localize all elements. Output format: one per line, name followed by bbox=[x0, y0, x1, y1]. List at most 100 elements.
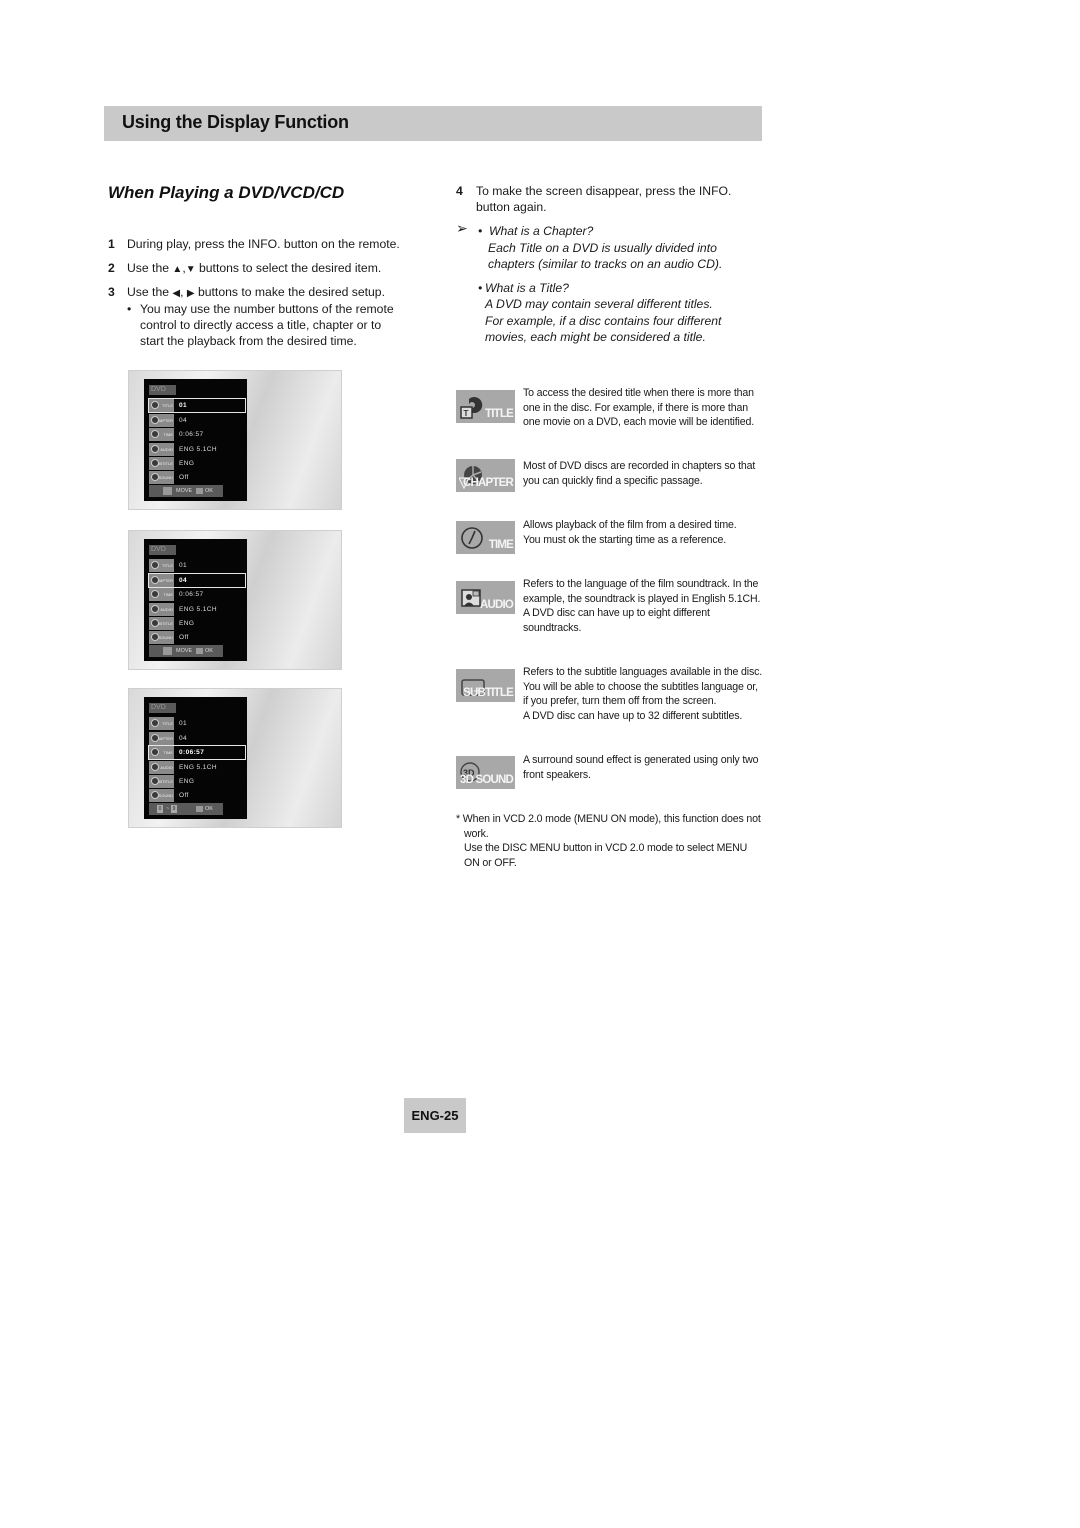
audio-icon: AUDIO bbox=[456, 581, 515, 614]
osd-row-label: CHAPTER bbox=[149, 574, 174, 587]
osd-row-subtitle: SUBTITLE ENG bbox=[149, 617, 245, 630]
time-icon bbox=[151, 430, 159, 438]
bullet-line: control to directly access a title, chap… bbox=[140, 318, 382, 332]
osd-row-label: SUBTITLE bbox=[149, 775, 174, 788]
osd-row-label: CHAPTER bbox=[149, 414, 174, 427]
osd-row-value: ENG 5.1CH bbox=[179, 764, 217, 771]
bullet-line: start the playback from the desired time… bbox=[140, 334, 357, 348]
step-text: To make the screen disappear, press the … bbox=[476, 184, 732, 198]
feature-description: Refers to the language of the film sound… bbox=[523, 577, 760, 635]
feature-icon-label: AUDIO bbox=[479, 599, 514, 611]
step-text-after: buttons to select the desired item. bbox=[199, 261, 382, 275]
note-line: chapters (similar to tracks on an audio … bbox=[488, 257, 723, 271]
osd-row-label: 3D SOUND bbox=[149, 789, 174, 802]
osd-screenshot: DVD TITLE 01 CHAPTER 04 TIME 0:06:57 AUDIO ENG 5… bbox=[128, 370, 342, 510]
osd-row-time: TIME 0:06:57 bbox=[149, 588, 245, 601]
step-text-after: buttons to make the desired setup. bbox=[197, 285, 385, 299]
osd-row-chapter: CHAPTER 04 bbox=[149, 732, 245, 745]
osd-row-title: TITLE 01 bbox=[148, 398, 246, 413]
osd-row-3d-sound: 3D SOUND Off bbox=[149, 471, 245, 484]
feature-icon-label: 3D SOUND bbox=[459, 774, 514, 786]
osd-row-value: ENG bbox=[179, 620, 195, 627]
feature-icon-label: SUBTITLE bbox=[463, 687, 514, 699]
feature-description-line: one movie on a DVD, each movie will be i… bbox=[523, 416, 754, 429]
osd-row-chapter: CHAPTER 04 bbox=[148, 573, 246, 588]
feature-description-line: Most of DVD discs are recorded in chapte… bbox=[523, 460, 756, 472]
osd-row-audio: AUDIO ENG 5.1CH bbox=[149, 761, 245, 774]
osd-row-audio: AUDIO ENG 5.1CH bbox=[149, 443, 245, 456]
3d-sound-icon bbox=[151, 633, 159, 641]
page-number-box: ENG-25 bbox=[404, 1098, 466, 1133]
osd-row-value: 0:06:57 bbox=[179, 749, 205, 756]
osd-screenshot: DVD TITLE 01 CHAPTER 04 TIME 0:06:57 AUDIO ENG 5… bbox=[128, 530, 342, 670]
osd-row-label: TIME bbox=[149, 588, 174, 601]
osd-row-label: CHAPTER bbox=[149, 732, 174, 745]
footnote-line: Use the DISC MENU button in VCD 2.0 mode… bbox=[464, 842, 748, 855]
note-line: For example, if a disc contains four dif… bbox=[485, 314, 722, 328]
osd-row-label: SUBTITLE bbox=[149, 457, 174, 470]
title-icon bbox=[151, 561, 159, 569]
osd-row-label: TIME bbox=[149, 428, 174, 441]
audio-icon bbox=[151, 445, 159, 453]
feature-description: A surround sound effect is generated usi… bbox=[523, 753, 759, 782]
footnote: * When in VCD 2.0 mode (MENU ON mode), t… bbox=[456, 812, 761, 870]
osd-row-value: 04 bbox=[179, 735, 188, 742]
time-icon bbox=[151, 590, 159, 598]
page-number: ENG-25 bbox=[411, 1108, 459, 1123]
osd-disc-type: DVD bbox=[149, 545, 176, 555]
feature-description: Refers to the subtitle languages availab… bbox=[523, 665, 762, 723]
osd-range-sep: ~ bbox=[166, 806, 170, 812]
ok-icon bbox=[196, 648, 203, 654]
osd-row-label: SUBTITLE bbox=[149, 617, 174, 630]
osd-label-text: AUDIO bbox=[160, 447, 173, 452]
feature-description-line: soundtracks. bbox=[523, 621, 582, 634]
osd-row-value: 04 bbox=[179, 417, 188, 424]
step-text-before: Use the bbox=[127, 261, 170, 275]
osd-label-text: AUDIO bbox=[160, 607, 173, 612]
title-icon bbox=[151, 401, 159, 409]
osd-screenshot: DVD TITLE 01 CHAPTER 04 TIME 0:06:57 AUDIO ENG 5… bbox=[128, 688, 342, 828]
osd-row-value: Off bbox=[179, 474, 189, 481]
subtitle-icon bbox=[151, 619, 159, 627]
footnote-line: ON or OFF. bbox=[464, 856, 517, 869]
osd-label-text: TIME bbox=[163, 592, 173, 597]
osd-disc-type: DVD bbox=[149, 385, 176, 395]
osd-menu: DVD TITLE 01 CHAPTER 04 TIME 0:06:57 AUDIO ENG 5… bbox=[144, 697, 247, 819]
bullet-dot: • bbox=[127, 302, 132, 316]
osd-row-audio: AUDIO ENG 5.1CH bbox=[149, 603, 245, 616]
subtitle-icon: SUBTITLE bbox=[456, 669, 515, 702]
feature-description-line: front speakers. bbox=[523, 768, 591, 781]
down-arrow-icon: ▼ bbox=[185, 264, 196, 275]
feature-description-line: you can quickly find a specific passage. bbox=[523, 474, 703, 487]
osd-row-title: TITLE 01 bbox=[149, 717, 245, 730]
feature-description: Most of DVD discs are recorded in chapte… bbox=[523, 459, 755, 488]
osd-label-text: TITLE bbox=[162, 721, 173, 726]
feature-description-line: if you prefer, turn them off from the sc… bbox=[523, 695, 717, 708]
subtitle-icon bbox=[151, 777, 159, 785]
osd-footer: 0 ~9 OK bbox=[149, 803, 223, 815]
feature-description-line: A DVD disc can have up to 32 different s… bbox=[523, 709, 743, 722]
osd-row-time: TIME 0:06:57 bbox=[149, 428, 245, 441]
osd-ok-label: OK bbox=[205, 806, 213, 812]
feature-description-line: A DVD disc can have up to eight differen… bbox=[523, 607, 710, 620]
chapter-icon bbox=[151, 416, 159, 424]
osd-row-value: ENG bbox=[179, 778, 195, 785]
osd-move-label: MOVE bbox=[176, 648, 193, 654]
step-text: During play, press the INFO. button on t… bbox=[127, 237, 400, 251]
ok-icon bbox=[196, 806, 203, 812]
feature-icon-label: CHAPTER bbox=[463, 477, 514, 489]
chapter-icon: CHAPTER bbox=[456, 459, 515, 492]
section-header-bar: Using the Display Function bbox=[104, 106, 762, 141]
osd-row-time: TIME 0:06:57 bbox=[148, 745, 246, 760]
osd-row-label: AUDIO bbox=[149, 603, 174, 616]
osd-footer: MOVE OK bbox=[149, 485, 223, 497]
feature-icon-label: TIME bbox=[488, 539, 514, 551]
note-line: Each Title on a DVD is usually divided i… bbox=[488, 241, 717, 255]
osd-label-text: TIME bbox=[163, 432, 173, 437]
osd-row-value: ENG 5.1CH bbox=[179, 446, 217, 453]
time-icon: TIME bbox=[456, 521, 515, 554]
osd-row-label: TITLE bbox=[149, 559, 174, 572]
feature-description-line: Refers to the subtitle languages availab… bbox=[523, 666, 763, 678]
osd-label-text: TITLE bbox=[162, 403, 173, 408]
feature-description-line: To access the desired title when there i… bbox=[523, 387, 754, 399]
